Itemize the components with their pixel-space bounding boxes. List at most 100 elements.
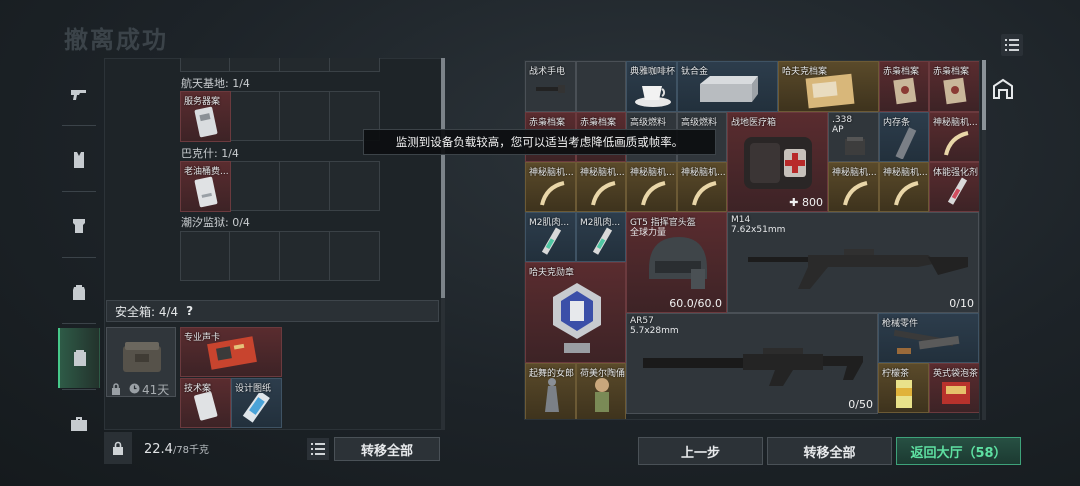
left-scrollbar[interactable]	[441, 58, 445, 430]
syringe-icon	[541, 227, 562, 255]
inventory-item[interactable]: 典雅咖啡杯	[626, 61, 677, 112]
ram-stick-icon	[895, 127, 917, 159]
rail-chest-rig[interactable]	[58, 130, 100, 190]
inventory-item[interactable]: 神秘脑机...	[677, 162, 727, 212]
brain-chip-icon	[944, 131, 969, 156]
inventory-item[interactable]: 起舞的女郎	[525, 363, 576, 419]
inventory-item[interactable]: 枪械零件	[878, 313, 979, 363]
armor-icon	[72, 219, 85, 233]
inventory-item[interactable]: 神秘脑机...	[929, 112, 979, 162]
document-icon	[194, 176, 218, 208]
briefcase-icon	[70, 417, 87, 431]
lock-icon	[112, 383, 120, 395]
tea-box-icon	[942, 382, 970, 404]
rifle-ar57-icon	[643, 348, 863, 386]
document-icon	[194, 391, 218, 421]
rifle-m14-icon	[748, 249, 968, 289]
inventory-item[interactable]: 哈夫克档案	[778, 61, 879, 112]
transfer-all-left-button[interactable]: 转移全部	[334, 437, 440, 461]
titanium-ingot-icon	[700, 76, 758, 102]
rail-backpack[interactable]	[58, 262, 100, 322]
storage-panel: 战术手电 典雅咖啡杯 钛合金 哈夫克档案 赤枭档案 赤枭档案 赤枭档案 赤枭档案…	[524, 60, 980, 420]
clock-icon	[129, 383, 140, 394]
gun-parts-icon	[893, 329, 960, 354]
inventory-item[interactable]: 荷美尔陶俑	[576, 363, 626, 419]
inventory-item[interactable]: 哈夫克勋章	[525, 262, 626, 363]
storage-tab[interactable]	[990, 70, 1016, 108]
lock-button[interactable]	[104, 432, 132, 464]
empty-slot[interactable]	[576, 61, 626, 112]
lemon-tea-icon	[896, 380, 912, 408]
inventory-item[interactable]: AR57 5.7x28mm 0/50	[626, 313, 878, 414]
document-folder-icon	[805, 73, 855, 109]
blueprint-icon	[242, 393, 270, 423]
safe-duration: 41天	[142, 383, 170, 397]
vest-icon	[73, 152, 84, 168]
inventory-item[interactable]: 老油桶费...	[180, 161, 231, 212]
inventory-item[interactable]: 战地医疗箱 ✚ 800	[727, 112, 828, 212]
brain-chip-icon	[843, 181, 868, 206]
return-lobby-button[interactable]: 返回大厅（58）	[896, 437, 1021, 465]
brain-chip-icon	[540, 181, 565, 206]
medical-kit-icon	[744, 137, 812, 189]
safe-box-slot[interactable]: 41天	[106, 327, 176, 397]
previous-step-button[interactable]: 上一步	[638, 437, 763, 465]
inventory-item[interactable]: .338 AP	[828, 112, 879, 162]
inventory-item[interactable]: 神秘脑机...	[828, 162, 879, 212]
sort-list-button[interactable]	[307, 438, 329, 460]
inventory-item[interactable]: M2肌肉...	[576, 212, 626, 262]
inventory-item[interactable]: GT5 指挥官头盔 全球力量 60.0/60.0	[626, 212, 727, 313]
inventory-item[interactable]: 赤枭档案	[929, 61, 979, 112]
inventory-item[interactable]: 柠檬茶	[878, 363, 929, 413]
top-partial-row	[180, 58, 380, 72]
item-value: ✚ 800	[789, 196, 823, 209]
syringe-icon	[947, 177, 968, 205]
inventory-item[interactable]: 钛合金	[677, 61, 778, 112]
inventory-item[interactable]: 体能强化剂	[929, 162, 979, 212]
inventory-item[interactable]: 内存条	[879, 112, 929, 162]
inventory-item[interactable]: 神秘脑机...	[525, 162, 576, 212]
safe-box-header: 安全箱: 4/4 ?	[106, 300, 439, 322]
list-view-button[interactable]	[1001, 34, 1023, 56]
brain-chip-icon	[894, 181, 919, 206]
storage-icon	[993, 78, 1013, 99]
rail-armor[interactable]	[58, 196, 100, 256]
inventory-item[interactable]: 技术案	[180, 378, 231, 428]
figurine-icon	[595, 378, 609, 412]
location-label: 巴克什: 1/4	[181, 147, 239, 160]
rail-case[interactable]	[58, 394, 100, 454]
inventory-item[interactable]: 神秘脑机...	[626, 162, 677, 212]
performance-toast: 监测到设备负载较高，您可以适当考虑降低画质或帧率。	[363, 129, 716, 155]
help-icon[interactable]: ?	[186, 304, 193, 318]
pistol-icon	[70, 90, 86, 100]
equipment-rail	[58, 58, 100, 462]
backpack-icon	[72, 285, 85, 300]
rail-weapon[interactable]	[58, 64, 100, 124]
location-grid	[180, 231, 380, 281]
inventory-item[interactable]: 专业声卡	[180, 327, 282, 377]
inventory-item[interactable]: 英式袋泡茶	[929, 363, 979, 413]
inventory-item[interactable]: 服务器案	[180, 91, 231, 142]
inventory-item[interactable]: 赤枭档案	[879, 61, 929, 112]
inventory-item[interactable]: 设计图纸	[231, 378, 282, 428]
inventory-item[interactable]: 战术手电	[525, 61, 576, 112]
page-title: 撤离成功	[64, 26, 168, 54]
dossier-icon	[943, 77, 967, 105]
list-icon	[311, 443, 325, 455]
rail-safe-box[interactable]	[58, 328, 100, 388]
brain-chip-icon	[591, 181, 616, 206]
brain-chip-icon	[692, 181, 717, 206]
ammo-box-icon	[845, 137, 865, 155]
right-scrollbar[interactable]	[982, 60, 986, 420]
helmet-icon	[649, 237, 707, 289]
inventory-item[interactable]: M14 7.62x51mm 0/10	[727, 212, 979, 313]
inventory-item[interactable]: M2肌肉...	[525, 212, 576, 262]
inventory-item[interactable]: 神秘脑机...	[879, 162, 929, 212]
inventory-item[interactable]: 神秘脑机...	[576, 162, 626, 212]
flashlight-icon	[536, 85, 565, 93]
transfer-all-right-button[interactable]: 转移全部	[767, 437, 892, 465]
server-case-icon	[194, 106, 218, 138]
list-icon	[1005, 39, 1019, 51]
brain-chip-icon	[641, 181, 666, 206]
medal-icon	[553, 283, 601, 353]
